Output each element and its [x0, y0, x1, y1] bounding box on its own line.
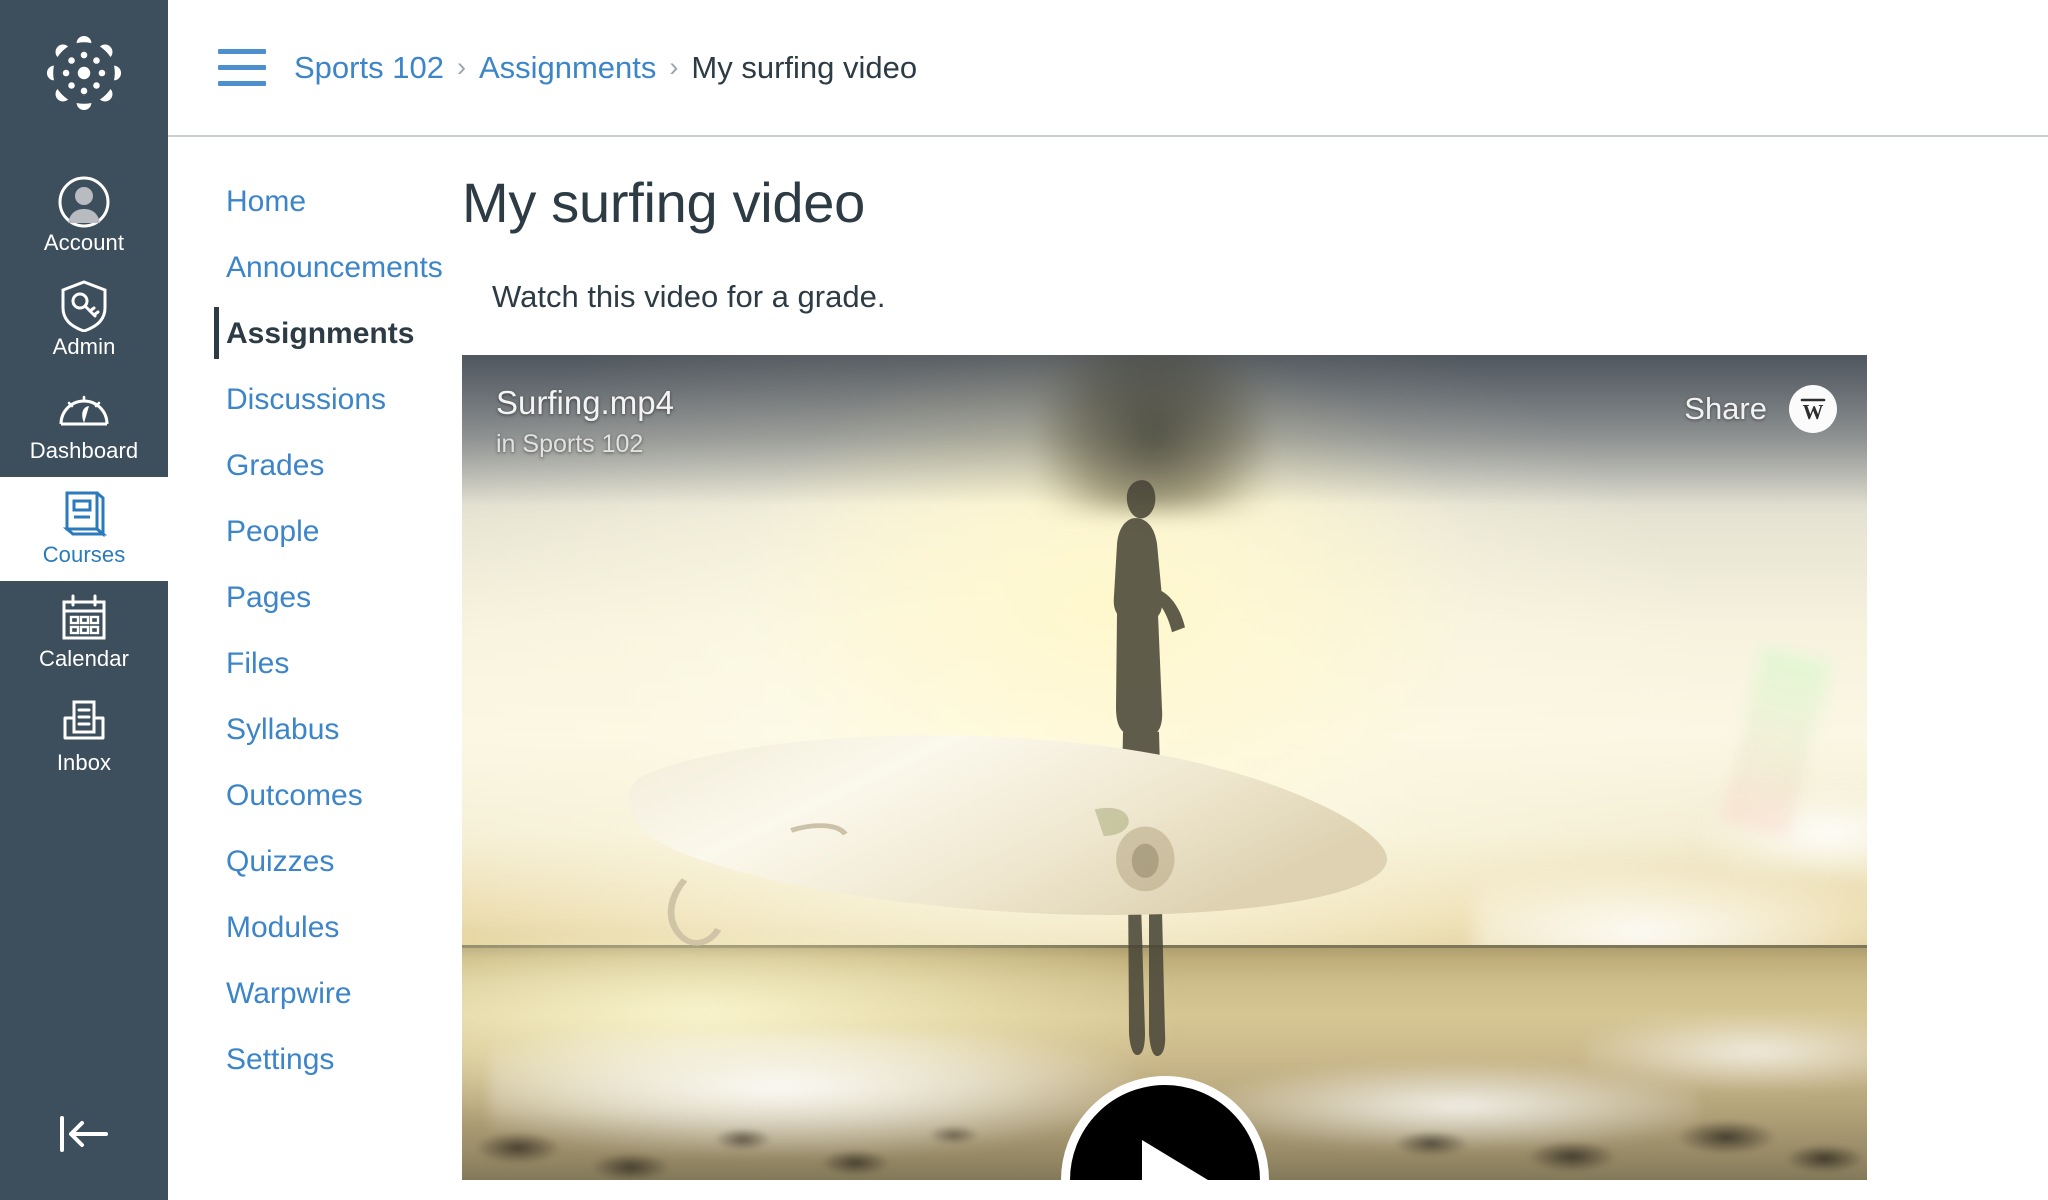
global-navigation: Account Admin: [0, 0, 168, 1200]
course-nav-item-pages[interactable]: Pages: [168, 565, 460, 631]
video-thumbnail-surfboard: [617, 718, 1404, 966]
app-root: Account Admin: [0, 0, 2048, 1200]
sidebar-item-admin[interactable]: Admin: [0, 269, 168, 373]
course-nav-item-files[interactable]: Files: [168, 631, 460, 697]
course-nav-item-quizzes[interactable]: Quizzes: [168, 829, 460, 895]
course-nav-item-assignments[interactable]: Assignments: [168, 301, 460, 367]
hamburger-line: [218, 81, 266, 86]
course-nav-item-outcomes[interactable]: Outcomes: [168, 763, 460, 829]
course-nav-item-announcements[interactable]: Announcements: [168, 235, 460, 301]
hamburger-line: [218, 65, 266, 70]
hamburger-menu-icon[interactable]: [218, 49, 266, 86]
inbox-tray-icon: [60, 699, 108, 745]
collapse-left-arrow-icon[interactable]: [0, 1110, 168, 1200]
video-title: Surfing.mp4: [496, 381, 674, 425]
breadcrumb: Sports 102 › Assignments › My surfing vi…: [294, 50, 917, 86]
sidebar-item-label: Dashboard: [30, 437, 139, 465]
breadcrumb-separator: ›: [669, 52, 678, 83]
content-area: Sports 102 › Assignments › My surfing vi…: [168, 0, 2048, 1200]
book-icon: [61, 491, 107, 537]
sidebar-item-label: Inbox: [57, 749, 111, 777]
sidebar-item-label: Courses: [43, 541, 126, 569]
video-actions: Share W: [1684, 385, 1837, 433]
sidebar-item-courses[interactable]: Courses: [0, 477, 168, 581]
course-nav-item-settings[interactable]: Settings: [168, 1027, 460, 1093]
speedometer-icon: [57, 387, 111, 433]
canvas-logo-icon[interactable]: [45, 34, 123, 117]
course-nav-item-people[interactable]: People: [168, 499, 460, 565]
sidebar-item-account[interactable]: Account: [0, 165, 168, 269]
sidebar-item-label: Calendar: [39, 645, 129, 673]
breadcrumb-item-course[interactable]: Sports 102: [294, 50, 444, 86]
breadcrumb-item-assignments[interactable]: Assignments: [479, 50, 656, 86]
shield-key-icon: [59, 283, 109, 329]
sidebar-item-dashboard[interactable]: Dashboard: [0, 373, 168, 477]
play-triangle: [1142, 1140, 1208, 1180]
calendar-icon: [60, 595, 108, 641]
video-player[interactable]: Surfing.mp4 in Sports 102 Share W: [462, 355, 1867, 1180]
global-nav-list: Account Admin: [0, 165, 168, 789]
breadcrumb-separator: ›: [457, 52, 466, 83]
sidebar-item-calendar[interactable]: Calendar: [0, 581, 168, 685]
course-nav-item-modules[interactable]: Modules: [168, 895, 460, 961]
body-split: Home Announcements Assignments Discussio…: [168, 137, 2048, 1180]
video-subtitle: in Sports 102: [496, 427, 674, 461]
breadcrumb-header: Sports 102 › Assignments › My surfing vi…: [168, 0, 2048, 137]
user-avatar-icon: [57, 179, 111, 225]
main-content: My surfing video Watch this video for a …: [460, 137, 2048, 1180]
page-title: My surfing video: [462, 167, 2006, 239]
course-navigation: Home Announcements Assignments Discussio…: [168, 137, 460, 1180]
breadcrumb-item-current: My surfing video: [691, 50, 917, 86]
course-nav-item-home[interactable]: Home: [168, 169, 460, 235]
svg-text:W: W: [1803, 400, 1824, 424]
sidebar-item-label: Account: [44, 229, 124, 257]
course-nav-item-discussions[interactable]: Discussions: [168, 367, 460, 433]
share-button[interactable]: Share: [1684, 391, 1767, 427]
course-nav-item-syllabus[interactable]: Syllabus: [168, 697, 460, 763]
sidebar-item-inbox[interactable]: Inbox: [0, 685, 168, 789]
warpwire-w-logo-icon[interactable]: W: [1789, 385, 1837, 433]
video-meta: Surfing.mp4 in Sports 102: [496, 381, 674, 461]
hamburger-line: [218, 49, 266, 54]
sidebar-item-label: Admin: [53, 333, 116, 361]
course-nav-item-grades[interactable]: Grades: [168, 433, 460, 499]
course-nav-item-warpwire[interactable]: Warpwire: [168, 961, 460, 1027]
assignment-description: Watch this video for a grade.: [492, 277, 2006, 317]
